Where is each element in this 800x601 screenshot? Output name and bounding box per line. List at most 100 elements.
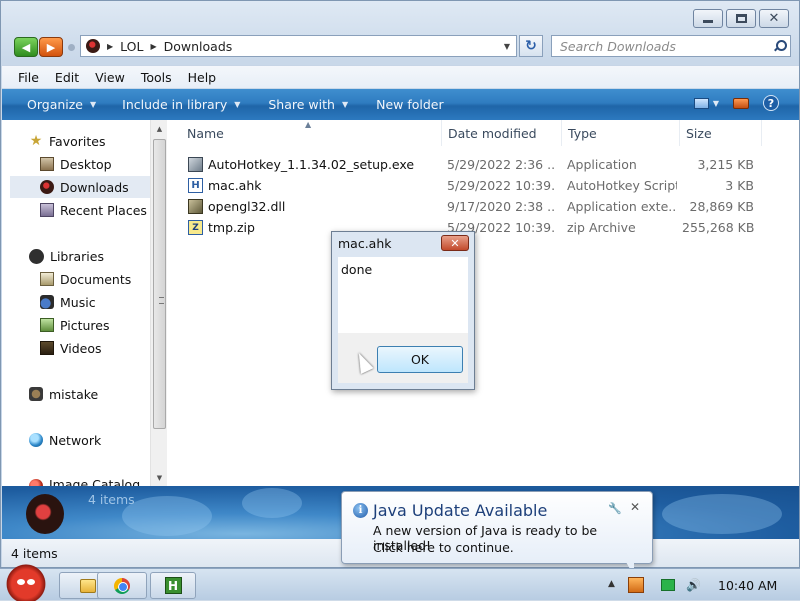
column-type-label: Type (568, 125, 597, 141)
share-with-button[interactable]: Share with ▼ (268, 97, 348, 112)
volume-icon[interactable]: 🔊 (686, 578, 701, 592)
wrench-icon[interactable]: 🔧 (608, 502, 622, 515)
menu-tools[interactable]: Tools (133, 70, 180, 85)
maximize-button[interactable] (726, 9, 756, 28)
notification-action-text[interactable]: Click here to continue. (373, 540, 514, 555)
chevron-down-icon: ▼ (341, 100, 349, 109)
breadcrumb-chevron-icon[interactable]: ▶ (107, 42, 113, 51)
dialog-close-button[interactable]: ✕ (441, 235, 469, 251)
menu-bar: File Edit View Tools Help (2, 65, 799, 88)
folder-icon (86, 39, 100, 53)
minimize-button[interactable] (693, 9, 723, 28)
include-in-library-button[interactable]: Include in library ▼ (122, 97, 240, 112)
scroll-down-icon[interactable]: ▼ (151, 469, 168, 486)
address-bar[interactable]: ▶ LOL ▶ Downloads ▼ (80, 35, 517, 57)
change-view-icon[interactable] (693, 97, 709, 109)
show-hidden-icons-icon[interactable]: ▲ (608, 579, 615, 589)
column-date-modified[interactable]: Date modified (442, 120, 562, 146)
grip-icon (159, 297, 164, 304)
nav-recent-places[interactable]: Recent Places (40, 199, 147, 221)
table-row[interactable]: AutoHotkey_1.1.34.02_setup.exe 5/29/2022… (168, 154, 799, 175)
close-window-button[interactable]: ✕ (759, 9, 789, 28)
folder-preview-icon (26, 494, 64, 534)
scroll-up-icon[interactable]: ▲ (151, 120, 168, 137)
message-dialog: mac.ahk ✕ done OK (331, 231, 475, 390)
table-row[interactable]: Ztmp.zip 5/29/2022 10:39... zip Archive … (168, 217, 799, 238)
nav-network-label: Network (49, 432, 102, 448)
file-name: opengl32.dll (188, 199, 438, 214)
back-button[interactable]: ◀ (14, 37, 38, 57)
sort-ascending-icon: ▲ (305, 120, 312, 129)
new-folder-button[interactable]: New folder (376, 97, 444, 112)
installer-icon (188, 157, 203, 172)
status-item-count: 4 items (11, 545, 58, 561)
menu-file[interactable]: File (2, 70, 47, 85)
new-folder-label: New folder (376, 97, 444, 112)
nav-documents[interactable]: Documents (40, 268, 131, 290)
file-size: 28,869 KB (689, 199, 754, 214)
column-name[interactable]: Name (181, 120, 442, 146)
navigation-scrollbar[interactable]: ▲ ▼ (150, 120, 167, 486)
table-row[interactable]: opengl32.dll 9/17/2020 2:38 ... Applicat… (168, 196, 799, 217)
nav-downloads[interactable]: Downloads (10, 176, 156, 198)
menu-edit[interactable]: Edit (47, 70, 87, 85)
column-type[interactable]: Type (562, 120, 680, 146)
navigation-pane: ★ Favorites Desktop Downloads Recent Plac… (2, 120, 156, 486)
preview-pane-icon[interactable] (733, 97, 749, 109)
file-date: 5/29/2022 10:39... (447, 178, 555, 193)
network-tray-icon[interactable] (661, 579, 675, 591)
table-row[interactable]: Hmac.ahk 5/29/2022 10:39... AutoHotkey S… (168, 175, 799, 196)
java-update-notification[interactable]: i Java Update Available A new version of… (341, 491, 653, 564)
taskbar-autohotkey-button[interactable]: H (150, 572, 196, 599)
nav-recent-label: Recent Places (60, 202, 147, 218)
column-headers: Name ▲ Date modified Type Size (168, 120, 799, 146)
nav-network[interactable]: Network (29, 429, 101, 451)
background-bubble (242, 488, 302, 518)
help-icon[interactable]: ? (763, 95, 779, 111)
nav-libraries[interactable]: Libraries (29, 245, 104, 267)
nav-music[interactable]: Music (40, 291, 96, 313)
nav-favorites[interactable]: ★ Favorites (29, 130, 106, 152)
column-size[interactable]: Size (680, 120, 762, 146)
nav-image-catalog[interactable]: Image Catalog (29, 475, 140, 486)
file-name-label: opengl32.dll (208, 199, 286, 214)
recent-pages-dropdown[interactable] (68, 44, 75, 51)
dialog-title: mac.ahk (338, 236, 392, 251)
organize-button[interactable]: Organize ▼ (27, 97, 96, 112)
close-icon[interactable]: ✕ (630, 500, 640, 514)
clock[interactable]: 10:40 AM (718, 578, 777, 593)
column-size-label: Size (686, 125, 712, 141)
homegroup-icon (29, 387, 43, 401)
nav-pictures[interactable]: Pictures (40, 314, 110, 336)
nav-desktop[interactable]: Desktop (40, 153, 112, 175)
chevron-down-icon[interactable]: ▼ (713, 99, 719, 108)
forward-button[interactable]: ▶ (39, 37, 63, 57)
scrollbar-thumb[interactable] (153, 139, 166, 429)
start-orb-eye (17, 579, 25, 585)
desktop-icon (40, 157, 54, 171)
libraries-icon (29, 248, 44, 264)
menu-help[interactable]: Help (180, 70, 225, 85)
nav-mistake[interactable]: mistake (29, 383, 98, 405)
column-date-label: Date modified (448, 125, 537, 141)
refresh-button[interactable]: ↻ (519, 35, 543, 57)
address-dropdown-icon[interactable]: ▼ (504, 42, 510, 51)
search-icon[interactable] (773, 40, 787, 52)
breadcrumb-lol[interactable]: LOL (120, 39, 143, 54)
nav-catalog-label: Image Catalog (49, 477, 141, 486)
ok-button[interactable]: OK (377, 346, 463, 373)
chrome-icon (114, 577, 130, 594)
search-input[interactable]: Search Downloads (551, 35, 791, 57)
nav-favorites-label: Favorites (49, 133, 106, 149)
dll-icon (188, 199, 203, 214)
start-button[interactable] (2, 563, 50, 601)
chevron-down-icon: ▼ (90, 100, 97, 109)
taskbar-chrome-button[interactable] (97, 572, 147, 599)
folder-icon (80, 578, 96, 593)
menu-view[interactable]: View (87, 70, 133, 85)
java-update-tray-icon[interactable] (628, 577, 644, 593)
breadcrumb-chevron-icon[interactable]: ▶ (150, 42, 156, 51)
breadcrumb-downloads[interactable]: Downloads (164, 39, 233, 54)
nav-videos[interactable]: Videos (40, 337, 102, 359)
nav-downloads-label: Downloads (60, 179, 129, 195)
